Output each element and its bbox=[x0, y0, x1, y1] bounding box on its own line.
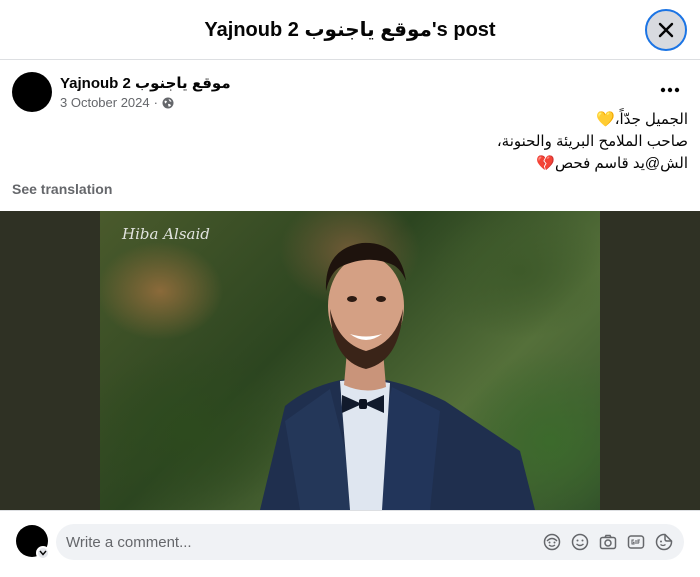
gif-button[interactable] bbox=[624, 530, 648, 554]
sticker-icon bbox=[655, 533, 673, 551]
post-date[interactable]: 3 October 2024 bbox=[60, 95, 150, 110]
post-text: الجميل جدّاً،💛 صاحب الملامح البريئة والح… bbox=[28, 109, 688, 175]
post-media[interactable]: Hiba Alsaid bbox=[0, 211, 700, 510]
sticker-button[interactable] bbox=[652, 530, 676, 554]
dialog-title: Yajnoub 2 موقع ياجنوب's post bbox=[204, 19, 496, 41]
post-dialog-header: Yajnoub 2 موقع ياجنوب's post bbox=[0, 0, 700, 60]
avatar-switch-badge[interactable] bbox=[36, 546, 50, 560]
post-header: Yajnoub 2 موقع ياجنوب 3 October 2024 · bbox=[12, 72, 688, 114]
camera-icon bbox=[599, 534, 617, 550]
author-avatar[interactable] bbox=[12, 72, 52, 112]
gif-icon bbox=[627, 535, 645, 549]
globe-icon[interactable] bbox=[162, 97, 174, 109]
see-translation-link[interactable]: See translation bbox=[12, 181, 112, 197]
avatar-sticker-button[interactable] bbox=[540, 530, 564, 554]
camera-button[interactable] bbox=[596, 530, 620, 554]
close-icon bbox=[658, 22, 674, 38]
meta-separator: · bbox=[153, 95, 158, 110]
author-name[interactable]: Yajnoub 2 موقع ياجنوب bbox=[60, 74, 231, 92]
comment-input[interactable] bbox=[66, 533, 536, 551]
more-horizontal-icon bbox=[660, 87, 680, 93]
emoji-button[interactable] bbox=[568, 530, 592, 554]
comment-bar bbox=[0, 510, 700, 577]
emoji-icon bbox=[571, 533, 589, 551]
chevron-down-icon bbox=[39, 550, 47, 556]
close-button[interactable] bbox=[645, 9, 687, 51]
post-meta: 3 October 2024 · bbox=[60, 95, 174, 110]
post-text-line: الجميل جدّاً،💛 bbox=[596, 111, 688, 128]
post-text-line: صاحب الملامح البريئة والحنونة، bbox=[496, 133, 688, 150]
post-text-line: الش@يد قاسم فحص💔 bbox=[536, 155, 688, 172]
post-photo[interactable]: Hiba Alsaid bbox=[100, 211, 600, 510]
comment-tools bbox=[540, 530, 676, 554]
person-figure bbox=[260, 242, 535, 510]
avatar-sticker-icon bbox=[543, 533, 561, 551]
more-options-button[interactable] bbox=[656, 78, 684, 102]
comment-field[interactable] bbox=[56, 524, 684, 560]
